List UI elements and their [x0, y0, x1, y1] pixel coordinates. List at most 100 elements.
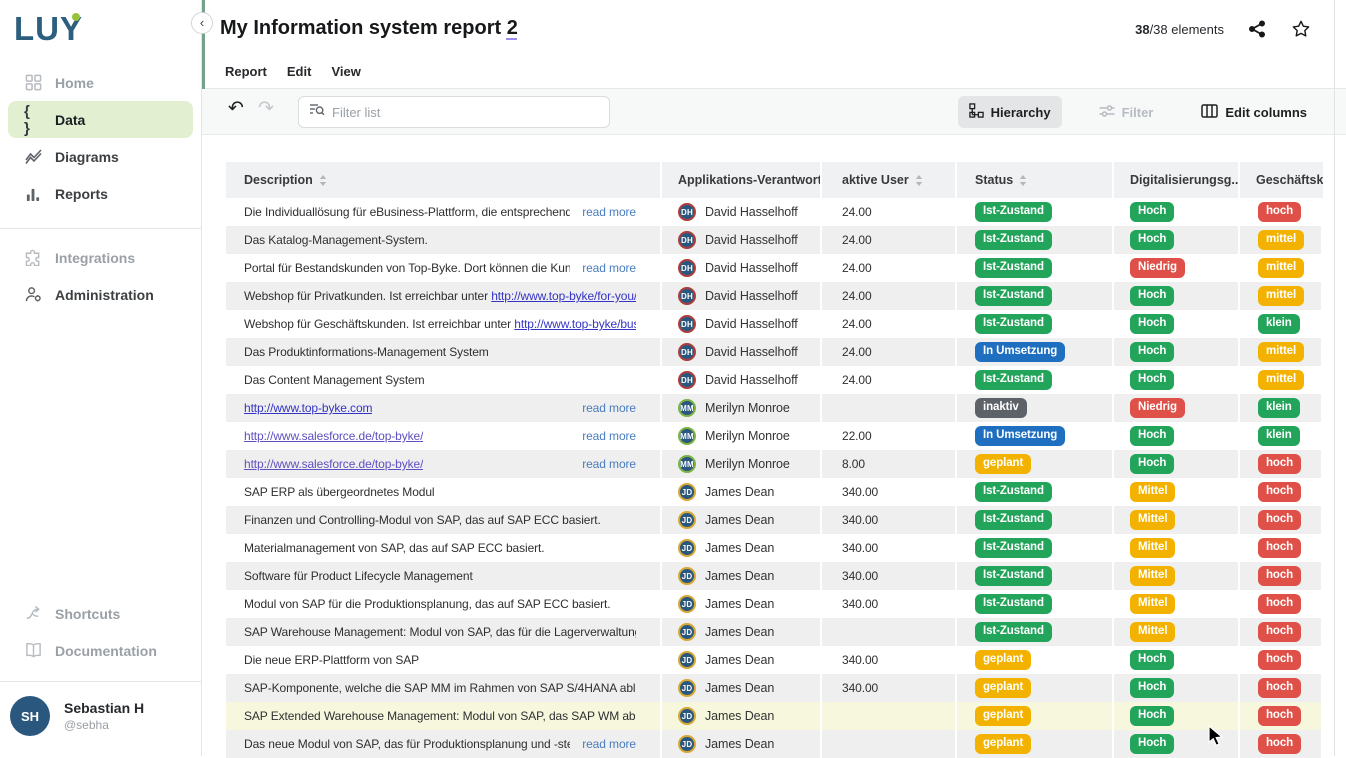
sidebar-footer: Shortcuts Documentation SH Sebastian H @… — [0, 595, 201, 756]
luy-logo[interactable]: LUY — [0, 0, 201, 64]
table-row[interactable]: SAP Warehouse Management: Modul von SAP,… — [226, 618, 1323, 646]
read-more-link[interactable]: read more — [570, 429, 636, 443]
filter-list-input[interactable] — [332, 105, 599, 120]
menu-report[interactable]: Report — [225, 64, 267, 79]
description-link[interactable]: http://www.top-byke.com — [244, 401, 372, 415]
table-row[interactable]: SAP ERP als übergeordnetes ModulJDJames … — [226, 478, 1323, 506]
column-header-status[interactable]: Status — [957, 162, 1114, 198]
read-more-link[interactable]: read more — [570, 401, 636, 415]
status-badge: Ist-Zustand — [975, 258, 1052, 278]
sidebar-item-administration[interactable]: Administration — [8, 276, 193, 313]
home-icon — [24, 74, 42, 92]
status-badge: Ist-Zustand — [975, 538, 1052, 558]
table-row[interactable]: Finanzen und Controlling-Modul von SAP, … — [226, 506, 1323, 534]
description-cell: Finanzen und Controlling-Modul von SAP, … — [226, 506, 662, 534]
table-row[interactable]: Das Produktinformations-Management Syste… — [226, 338, 1323, 366]
bar-chart-icon — [24, 185, 42, 203]
sidebar-item-reports[interactable]: Reports — [8, 175, 193, 212]
table-row[interactable]: Webshop für Geschäftskunden. Ist erreich… — [226, 310, 1323, 338]
table-row[interactable]: http://www.salesforce.de/top-byke/read m… — [226, 450, 1323, 478]
owner-cell: DHDavid Hasselhoff — [662, 226, 822, 254]
hierarchy-button[interactable]: Hierarchy — [958, 96, 1062, 128]
column-header-digitalisierungsgrad[interactable]: Digitalisierungsg... — [1114, 162, 1240, 198]
sidebar-item-documentation[interactable]: Documentation — [8, 632, 193, 669]
digitalisierungsgrad-badge-cell: Hoch — [1114, 674, 1240, 702]
edit-columns-button[interactable]: Edit columns — [1190, 97, 1318, 128]
active-user-cell: 340.00 — [822, 590, 957, 618]
geschaeftskritikalitaet-badge: hoch — [1258, 594, 1301, 614]
column-header-owner[interactable]: Applikations-Verantwort... — [662, 162, 822, 198]
geschaeftskritikalitaet-badge-cell: hoch — [1240, 506, 1323, 534]
collapse-sidebar-button[interactable]: ‹ — [191, 12, 213, 34]
table-row[interactable]: Software für Product Lifecycle Managemen… — [226, 562, 1323, 590]
table-row[interactable]: Das neue Modul von SAP, das für Produkti… — [226, 730, 1323, 758]
undo-icon[interactable]: ↶ — [228, 97, 244, 120]
geschaeftskritikalitaet-badge: klein — [1258, 398, 1300, 418]
digitalisierungsgrad-badge: Mittel — [1130, 482, 1175, 502]
table-row[interactable]: Modul von SAP für die Produktionsplanung… — [226, 590, 1323, 618]
table-row[interactable]: SAP-Komponente, welche die SAP MM im Rah… — [226, 674, 1323, 702]
table-row[interactable]: SAP Extended Warehouse Management: Modul… — [226, 702, 1323, 730]
sidebar-item-shortcuts[interactable]: Shortcuts — [8, 595, 193, 632]
owner-avatar: JD — [678, 679, 696, 697]
read-more-link[interactable]: read more — [570, 261, 636, 275]
table-row[interactable]: Webshop für Privatkunden. Ist erreichbar… — [226, 282, 1323, 310]
read-more-link[interactable]: read more — [570, 737, 636, 751]
status-badge-cell: geplant — [957, 646, 1114, 674]
table-row[interactable]: Das Content Management SystemDHDavid Has… — [226, 366, 1323, 394]
owner-name: David Hasselhoff — [705, 233, 798, 247]
sidebar: LUY Home { } Data Diagrams Reports Integ… — [0, 0, 202, 756]
geschaeftskritikalitaet-badge: hoch — [1258, 566, 1301, 586]
table-row[interactable]: Die neue ERP-Plattform von SAPJDJames De… — [226, 646, 1323, 674]
column-header-description[interactable]: Description — [226, 162, 662, 198]
table-row[interactable]: Materialmanagement von SAP, das auf SAP … — [226, 534, 1323, 562]
share-icon[interactable] — [1246, 18, 1268, 40]
owner-name: David Hasselhoff — [705, 205, 798, 219]
geschaeftskritikalitaet-badge-cell: hoch — [1240, 590, 1323, 618]
column-header-active-user[interactable]: aktive User — [822, 162, 957, 198]
filter-button: Filter — [1088, 97, 1165, 128]
column-label: Geschäftskritik — [1256, 173, 1323, 187]
table-row[interactable]: http://www.salesforce.de/top-byke/read m… — [226, 422, 1323, 450]
description-cell: Das Produktinformations-Management Syste… — [226, 338, 662, 366]
sidebar-item-label: Data — [55, 112, 85, 128]
description-cell: Webshop für Privatkunden. Ist erreichbar… — [226, 282, 662, 310]
status-badge: geplant — [975, 650, 1031, 670]
menu-edit[interactable]: Edit — [287, 64, 312, 79]
status-badge-cell: Ist-Zustand — [957, 506, 1114, 534]
status-badge: geplant — [975, 734, 1031, 754]
filter-list-field[interactable] — [298, 96, 610, 128]
filter-sliders-icon — [1099, 104, 1115, 121]
description-link[interactable]: http://www.salesforce.de/top-byke/ — [244, 429, 423, 443]
sidebar-item-data[interactable]: { } Data — [8, 101, 193, 138]
description-link[interactable]: http://www.top-byke/business/ — [514, 317, 636, 331]
description-cell: http://www.top-byke.com read more — [226, 394, 662, 422]
user-profile[interactable]: SH Sebastian H @sebha — [0, 682, 201, 756]
status-badge: Ist-Zustand — [975, 314, 1052, 334]
geschaeftskritikalitaet-badge-cell: hoch — [1240, 534, 1323, 562]
description-link[interactable]: http://www.top-byke/for-you/ — [491, 289, 636, 303]
description-link[interactable]: http://www.salesforce.de/top-byke/ — [244, 457, 423, 471]
owner-avatar: JD — [678, 735, 696, 753]
status-badge-cell: Ist-Zustand — [957, 254, 1114, 282]
digitalisierungsgrad-badge: Mittel — [1130, 566, 1175, 586]
column-header-geschaeftskritikalitaet[interactable]: Geschäftskritik — [1240, 162, 1323, 198]
read-more-link[interactable]: read more — [570, 457, 636, 471]
favorite-star-icon[interactable] — [1290, 18, 1312, 40]
logo-dot-icon — [72, 13, 80, 21]
description-cell: Die Individuallösung für eBusiness-Platt… — [226, 198, 662, 226]
geschaeftskritikalitaet-badge-cell: mittel — [1240, 226, 1323, 254]
owner-avatar: DH — [678, 259, 696, 277]
table-row[interactable]: http://www.top-byke.comread moreMMMerily… — [226, 394, 1323, 422]
read-more-link[interactable]: read more — [570, 205, 636, 219]
digitalisierungsgrad-badge: Hoch — [1130, 706, 1174, 726]
table-row[interactable]: Die Individuallösung für eBusiness-Platt… — [226, 198, 1323, 226]
geschaeftskritikalitaet-badge-cell: hoch — [1240, 450, 1323, 478]
table-row[interactable]: Portal für Bestandskunden von Top-Byke. … — [226, 254, 1323, 282]
digitalisierungsgrad-badge: Hoch — [1130, 650, 1174, 670]
menu-view[interactable]: View — [331, 64, 360, 79]
scrollbar-track[interactable] — [1334, 0, 1335, 756]
status-badge-cell: Ist-Zustand — [957, 590, 1114, 618]
sidebar-item-diagrams[interactable]: Diagrams — [8, 138, 193, 175]
table-row[interactable]: Das Katalog-Management-System.DHDavid Ha… — [226, 226, 1323, 254]
